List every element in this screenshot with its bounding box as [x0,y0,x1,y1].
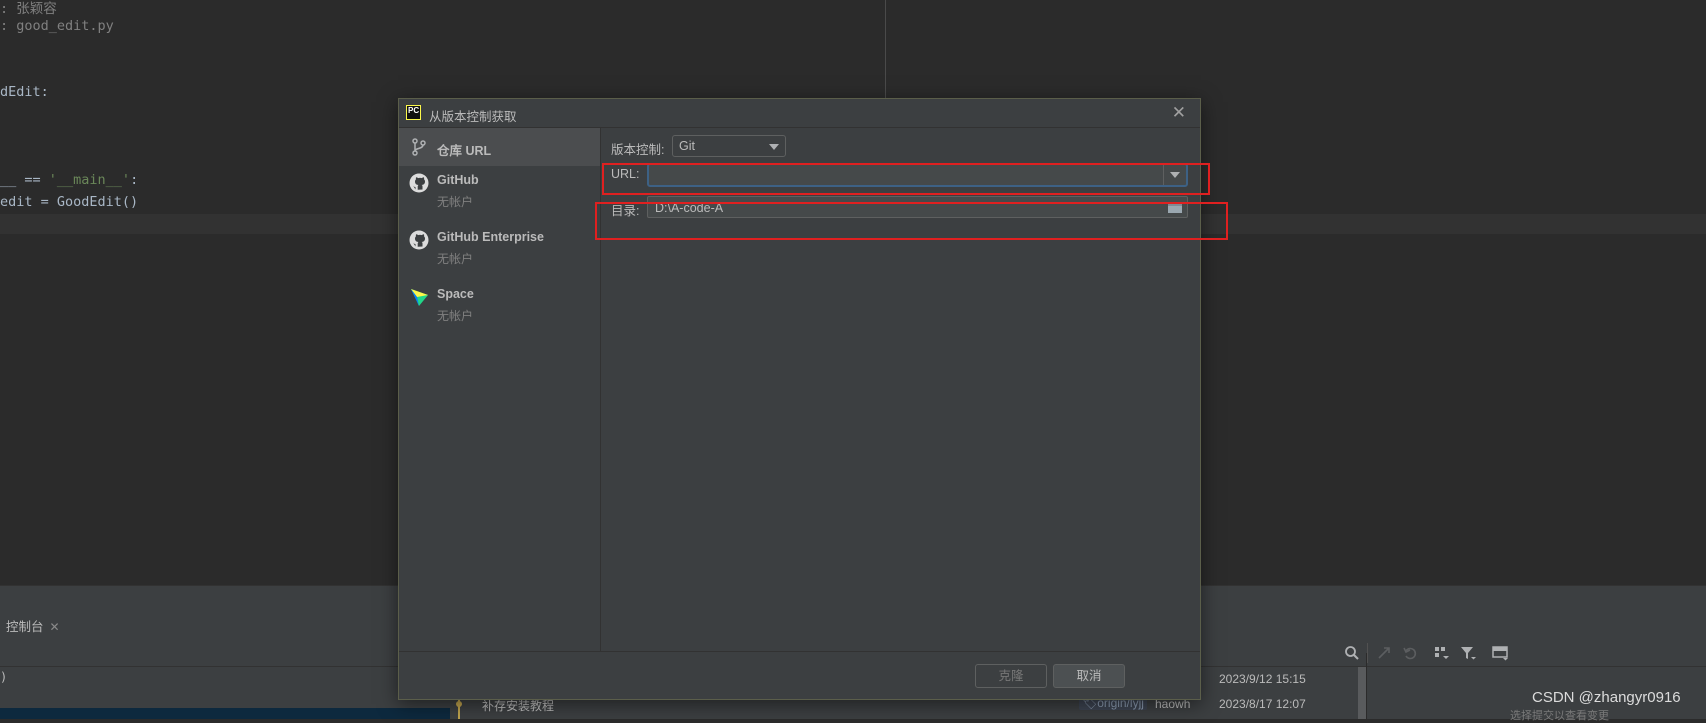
github-icon [409,173,429,193]
sidebar-item-github[interactable]: GitHub 无帐户 [399,168,600,222]
sidebar-item-github-enterprise[interactable]: GitHub Enterprise 无帐户 [399,226,600,280]
highlight-url-box [602,163,1210,195]
right-margin-guide [885,0,886,98]
dialog-title: 从版本控制获取 [429,110,517,124]
code-line-author: : 张颖容 [0,1,57,17]
code-line-file: : good_edit.py [0,18,114,34]
close-tab-icon[interactable]: ✕ [50,620,60,634]
layout-icon[interactable] [1492,645,1510,661]
vcs-dropdown[interactable]: Git [672,135,786,157]
pycharm-logo-icon: PC [406,105,421,120]
empty-details-hint: 选择提交以查看变更 [1510,710,1609,722]
sidebar-item-label: GitHub Enterprise [437,230,544,244]
github-icon [409,230,429,250]
vcs-dropdown-value: Git [679,139,695,153]
sidebar-item-label: 仓库 URL [437,144,492,158]
close-icon[interactable]: ✕ [1172,103,1186,123]
search-icon[interactable] [1344,645,1360,661]
sidebar-item-repo-url[interactable]: 仓库 URL [399,128,600,166]
sidebar-item-label: Space [437,287,474,301]
filter-icon[interactable] [1460,645,1476,661]
revert-icon[interactable] [1402,645,1418,661]
dialog-footer: 克隆 取消 [399,651,1200,700]
tab-console[interactable]: 控制台 ✕ [6,616,60,635]
log-row-date: 2023/8/17 12:07 [1219,697,1306,711]
sidebar-item-space[interactable]: Space 无帐户 [399,283,600,337]
console-selection [0,708,450,719]
log-scrollbar[interactable] [1358,667,1366,719]
code-line-main-check: __ == '__main__': [0,172,138,188]
panel-divider[interactable] [1366,653,1367,719]
code-line-instance: edit = GoodEdit() [0,194,139,210]
code-line-class: dEdit: [0,84,49,100]
watermark: CSDN @zhangyr0916 [1532,689,1681,706]
highlight-directory-box [595,202,1228,240]
space-icon [411,289,428,306]
tab-console-label: 控制台 [6,620,44,634]
code-token: __ == [0,172,49,188]
vcs-label: 版本控制: [611,143,665,157]
log-row-date[interactable]: 2023/9/12 15:15 [1219,672,1306,686]
account-status: 无帐户 [437,195,474,209]
code-token: : [130,172,139,188]
chevron-down-icon [769,144,779,150]
dialog-title-bar[interactable]: PC 从版本控制获取 ✕ [399,99,1200,128]
code-string-token: '__main__' [48,172,131,188]
clone-button[interactable]: 克隆 [975,664,1047,688]
account-status: 无帐户 [437,309,474,323]
vcs-branch-icon [412,138,426,156]
console-output: ) [0,670,8,684]
toolbar-separator [1367,643,1368,663]
account-status: 无帐户 [437,252,474,266]
cancel-button[interactable]: 取消 [1053,664,1125,688]
group-by-icon[interactable] [1434,645,1450,661]
sidebar-item-label: GitHub [437,173,479,187]
cherry-pick-icon[interactable] [1376,645,1392,661]
vcs-source-list: 仓库 URL GitHub 无帐户 GitHub Enterprise 无帐户 [399,128,601,651]
